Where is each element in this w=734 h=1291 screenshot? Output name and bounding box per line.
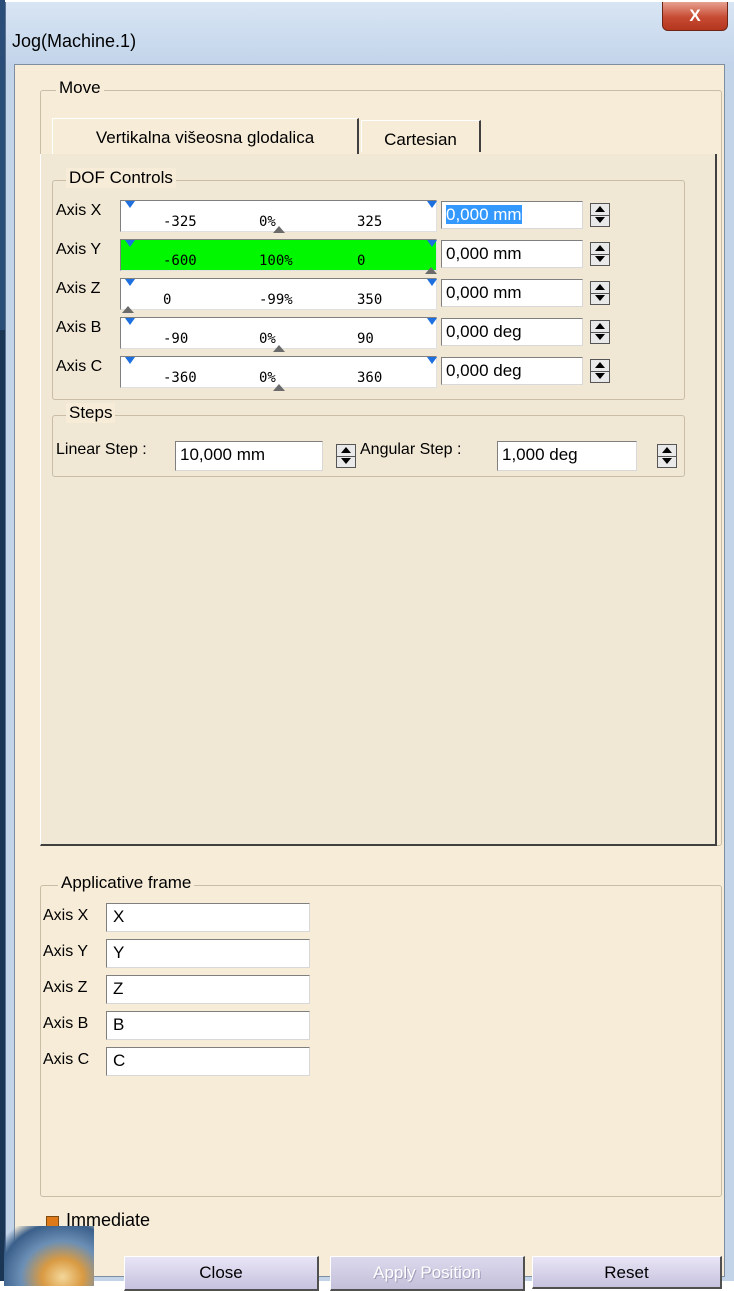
slider-min: -325: [163, 214, 197, 230]
min-marker-icon[interactable]: [125, 357, 135, 364]
position-marker-icon[interactable]: [272, 226, 285, 233]
max-marker-icon[interactable]: [427, 240, 437, 247]
axis-value-field[interactable]: 0,000 mm: [441, 279, 583, 307]
applicative-frame-legend: Applicative frame: [58, 873, 195, 893]
axis-spinner[interactable]: [590, 281, 610, 305]
close-button[interactable]: Close: [124, 1256, 319, 1291]
frame-axis-field[interactable]: C: [106, 1047, 310, 1076]
min-marker-icon[interactable]: [125, 279, 135, 286]
axis-value: 0,000 mm: [446, 244, 522, 263]
axis-value-field[interactable]: 0,000 mm: [441, 240, 583, 268]
axis-value: 0,000 deg: [446, 361, 522, 380]
min-marker-icon[interactable]: [125, 240, 135, 247]
frame-axis-label: Axis Y: [43, 943, 89, 960]
linear-step-label: Linear Step :: [56, 441, 147, 458]
spin-down-icon[interactable]: [591, 371, 609, 382]
axis-spinner[interactable]: [590, 242, 610, 266]
linear-step-spinner[interactable]: [336, 444, 356, 468]
axis-value-selected: 0,000 mm: [446, 205, 522, 224]
angular-step-label: Angular Step :: [360, 441, 462, 458]
slider-max: 325: [357, 214, 383, 230]
frame-axis-field[interactable]: B: [106, 1011, 310, 1040]
position-marker-icon[interactable]: [272, 345, 285, 352]
frame-axis-field[interactable]: Y: [106, 939, 310, 968]
axis-label: Axis Y: [56, 241, 102, 258]
frame-axis-label: Axis Z: [43, 979, 88, 996]
spin-down-icon[interactable]: [658, 456, 676, 467]
axis-value: 0,000 mm: [446, 283, 522, 302]
spin-down-icon[interactable]: [591, 254, 609, 265]
reset-button[interactable]: Reset: [532, 1256, 722, 1289]
slider-percent: 100%: [259, 253, 293, 269]
frame-axis-label: Axis B: [43, 1015, 89, 1032]
apply-position-button[interactable]: Apply Position: [330, 1256, 525, 1291]
axis-value-field[interactable]: 0,000 mm: [441, 201, 583, 229]
axis-spinner[interactable]: [590, 320, 610, 344]
max-marker-icon[interactable]: [427, 279, 437, 286]
frame-axis-label: Axis C: [43, 1051, 90, 1068]
window-title: Jog(Machine.1): [12, 31, 137, 51]
axis-value-field[interactable]: 0,000 deg: [441, 318, 583, 346]
axis-label: Axis B: [56, 319, 102, 336]
angular-step-field[interactable]: 1,000 deg: [497, 441, 637, 471]
axis-label: Axis Z: [56, 280, 101, 297]
axis-label: Axis X: [56, 202, 102, 219]
tab-vertikalna[interactable]: Vertikalna višeosna glodalica: [52, 118, 359, 154]
spin-down-icon[interactable]: [591, 215, 609, 226]
close-icon[interactable]: X: [662, 2, 728, 31]
max-marker-icon[interactable]: [427, 318, 437, 325]
axis-spinner[interactable]: [590, 359, 610, 383]
tab-cartesian[interactable]: Cartesian: [361, 120, 481, 152]
slider-max: 360: [357, 370, 383, 386]
position-marker-icon[interactable]: [121, 306, 134, 313]
linear-step-field[interactable]: 10,000 mm: [175, 441, 323, 471]
angular-step-spinner[interactable]: [657, 444, 677, 468]
max-marker-icon[interactable]: [427, 357, 437, 364]
steps-legend: Steps: [66, 403, 116, 423]
axis-value: 0,000 deg: [446, 322, 522, 341]
dof-legend: DOF Controls: [66, 168, 176, 188]
slider-max: 90: [357, 331, 374, 347]
spin-down-icon[interactable]: [591, 293, 609, 304]
slider-min: -90: [163, 331, 189, 347]
frame-axis-label: Axis X: [43, 907, 89, 924]
position-marker-icon[interactable]: [272, 384, 285, 391]
min-marker-icon[interactable]: [125, 201, 135, 208]
slider-min: -360: [163, 370, 197, 386]
frame-axis-field[interactable]: X: [106, 903, 310, 932]
axis-slider[interactable]: -600 100% 0: [120, 239, 437, 271]
axis-value-field[interactable]: 0,000 deg: [441, 357, 583, 385]
axis-spinner[interactable]: [590, 203, 610, 227]
slider-max: 350: [357, 292, 383, 308]
catia-logo-decoration: [4, 1226, 94, 1286]
spin-down-icon[interactable]: [591, 332, 609, 343]
move-legend: Move: [56, 78, 104, 98]
slider-max: 0: [357, 253, 366, 269]
slider-min: -600: [163, 253, 197, 269]
frame-axis-field[interactable]: Z: [106, 975, 310, 1004]
spin-down-icon[interactable]: [337, 456, 355, 467]
max-marker-icon[interactable]: [427, 201, 437, 208]
axis-slider[interactable]: 0 -99% 350: [120, 278, 437, 310]
title-bar[interactable]: Jog(Machine.1) X: [6, 2, 734, 66]
axis-label: Axis C: [56, 358, 103, 375]
slider-percent: -99%: [259, 292, 293, 308]
slider-min: 0: [163, 292, 172, 308]
position-marker-icon[interactable]: [425, 267, 437, 274]
min-marker-icon[interactable]: [125, 318, 135, 325]
